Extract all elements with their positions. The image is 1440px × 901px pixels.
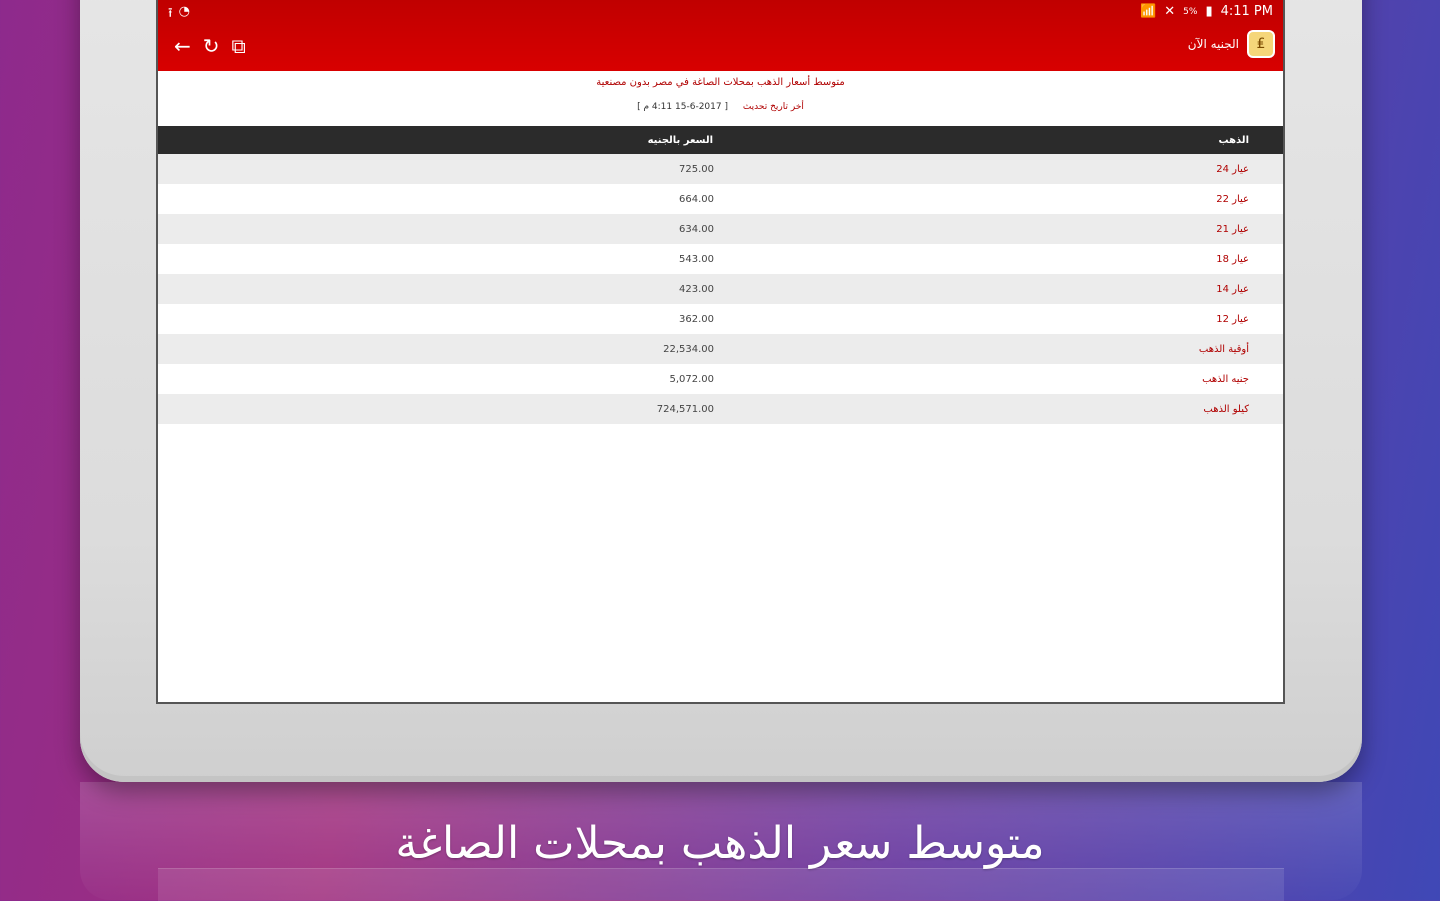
status-bar: ⭱ ◔ 📶 ✕ 5% ▮ 4:11 PM — [158, 0, 1283, 24]
screen-reflection — [158, 868, 1284, 901]
price-cell: 724,571.00 — [656, 403, 714, 415]
table-row[interactable]: 5,072.00 جنيه الذهب — [158, 364, 1283, 394]
table-row[interactable]: 634.00 عيار 21 — [158, 214, 1283, 244]
app-title: الجنيه الآن — [1187, 37, 1239, 51]
price-cell: 543.00 — [679, 253, 714, 265]
wifi-icon: 📶 — [1140, 4, 1157, 19]
status-time: 4:11 PM — [1220, 4, 1273, 19]
price-cell: 22,534.00 — [663, 343, 714, 355]
type-cell: عيار 22 — [1216, 193, 1249, 205]
battery-icon: ▮ — [1205, 4, 1213, 19]
promo-caption: متوسط سعر الذهب بمحلات الصاغة — [395, 818, 1045, 869]
type-cell: عيار 12 — [1216, 313, 1249, 325]
network-indicator: 5% — [1183, 6, 1198, 17]
price-cell: 664.00 — [679, 193, 714, 205]
toolbar-actions: ← ↻ ⧉ — [174, 34, 246, 58]
type-cell: أوقية الذهب — [1198, 343, 1249, 355]
type-cell: عيار 18 — [1216, 253, 1249, 265]
toolbar: ← ↻ ⧉ الجنيه الآن ₤ — [158, 30, 1283, 64]
last-update-line: أخر تاريخ تحديث [ 2017-6-15 4:11 م ] — [158, 102, 1283, 112]
status-right: 📶 ✕ 5% ▮ 4:11 PM — [1140, 4, 1273, 19]
table-row[interactable]: 724,571.00 كيلو الذهب — [158, 394, 1283, 424]
status-left: ⭱ ◔ — [168, 4, 190, 26]
no-signal-icon: ✕ — [1164, 4, 1176, 19]
table-row[interactable]: 664.00 عيار 22 — [158, 184, 1283, 214]
share-icon[interactable]: ⧉ — [232, 34, 246, 58]
price-cell: 5,072.00 — [669, 373, 714, 385]
price-cell: 634.00 — [679, 223, 714, 235]
type-cell: كيلو الذهب — [1203, 403, 1249, 415]
table-row[interactable]: 543.00 عيار 18 — [158, 244, 1283, 274]
last-update-label: أخر تاريخ تحديث — [742, 102, 804, 112]
table-row[interactable]: 725.00 عيار 24 — [158, 154, 1283, 184]
app-screen: ⭱ ◔ 📶 ✕ 5% ▮ 4:11 PM ← ↻ ⧉ الجنيه الآن ₤ — [156, 0, 1285, 704]
price-cell: 725.00 — [679, 163, 714, 175]
price-cell: 362.00 — [679, 313, 714, 325]
table-row[interactable]: 362.00 عيار 12 — [158, 304, 1283, 334]
header-type: الذهب — [1218, 134, 1249, 146]
table-header-row: السعر بالجنيه الذهب — [158, 126, 1283, 154]
app-bar: ⭱ ◔ 📶 ✕ 5% ▮ 4:11 PM ← ↻ ⧉ الجنيه الآن ₤ — [158, 0, 1283, 71]
refresh-icon[interactable]: ↻ — [203, 34, 220, 58]
type-cell: عيار 21 — [1216, 223, 1249, 235]
app-identity: الجنيه الآن ₤ — [1188, 30, 1275, 58]
last-update-value: [ 2017-6-15 4:11 م ] — [637, 102, 728, 112]
header-price: السعر بالجنيه — [647, 134, 713, 146]
type-cell: عيار 24 — [1216, 163, 1249, 175]
gold-price-table: السعر بالجنيه الذهب 725.00 عيار 24 664.00… — [158, 126, 1283, 424]
back-arrow-icon[interactable]: ← — [174, 34, 191, 58]
price-cell: 423.00 — [679, 283, 714, 295]
table-row[interactable]: 22,534.00 أوقية الذهب — [158, 334, 1283, 364]
type-cell: عيار 14 — [1216, 283, 1249, 295]
type-cell: جنيه الذهب — [1202, 373, 1249, 385]
upload-icon: ⭱ — [168, 6, 173, 21]
app-logo-icon: ₤ — [1247, 30, 1275, 58]
table-row[interactable]: 423.00 عيار 14 — [158, 274, 1283, 304]
whatsapp-icon: ◔ — [178, 4, 190, 19]
page-heading: متوسط أسعار الذهب بمحلات الصاغة في مصر ب… — [596, 77, 845, 88]
